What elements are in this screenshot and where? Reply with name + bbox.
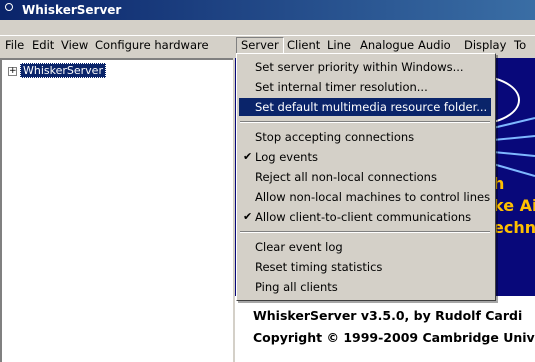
menu-item-label: Set internal timer resolution... <box>255 80 428 94</box>
menu-analogue[interactable]: Analogue <box>356 38 418 53</box>
menu-item-ping-all-clients[interactable]: Ping all clients <box>239 278 491 296</box>
menu-display[interactable]: Display <box>460 38 510 53</box>
menu-item-label: Log events <box>255 150 318 164</box>
menu-server[interactable]: Server <box>236 37 284 54</box>
version-text: WhiskerServer v3.5.0, by Rudolf Cardi <box>253 308 523 323</box>
splash-text-2: ke Ai <box>493 196 535 215</box>
menu-item-set-multimedia-folder[interactable]: Set default multimedia resource folder..… <box>239 98 491 116</box>
expand-icon[interactable]: + <box>8 67 17 76</box>
menu-separator <box>240 121 490 123</box>
tree-node-whiskerserver[interactable]: WhiskerServer <box>20 63 106 78</box>
menu-item-label: Ping all clients <box>255 280 338 294</box>
menu-view[interactable]: View <box>57 38 92 53</box>
menu-separator <box>240 231 490 233</box>
menu-item-set-server-priority[interactable]: Set server priority within Windows... <box>239 58 491 76</box>
menu-item-label: Stop accepting connections <box>255 130 415 144</box>
menu-client[interactable]: Client <box>283 38 324 53</box>
menu-file[interactable]: File <box>1 38 28 53</box>
menu-edit[interactable]: Edit <box>28 38 58 53</box>
menu-item-label: Set server priority within Windows... <box>255 60 464 74</box>
menu-item-log-events[interactable]: ✔ Log events <box>239 148 491 166</box>
tree-view[interactable]: + WhiskerServer <box>0 58 233 362</box>
menu-item-label: Allow client-to-client communications <box>255 210 472 224</box>
menu-item-reject-non-local[interactable]: Reject all non-local connections <box>239 168 491 186</box>
menu-item-reset-timing[interactable]: Reset timing statistics <box>239 258 491 276</box>
window-title: WhiskerServer <box>22 3 122 17</box>
check-icon: ✔ <box>243 210 253 223</box>
title-bar[interactable]: WhiskerServer <box>0 0 535 20</box>
server-menu: Set server priority within Windows... Se… <box>236 53 496 301</box>
menu-audio[interactable]: Audio <box>414 38 455 53</box>
menu-item-label: Reject all non-local connections <box>255 170 437 184</box>
menu-item-stop-accepting[interactable]: Stop accepting connections <box>239 128 491 146</box>
check-icon: ✔ <box>243 150 253 163</box>
copyright-text: Copyright © 1999-2009 Cambridge Univ <box>253 330 535 345</box>
menu-item-label: Allow non-local machines to control line… <box>255 190 491 204</box>
menu-item-set-timer-resolution[interactable]: Set internal timer resolution... <box>239 78 491 96</box>
menu-bar: File Edit View Configure hardware Server… <box>0 35 535 54</box>
menu-item-label: Reset timing statistics <box>255 260 383 274</box>
menu-item-allow-client-to-client[interactable]: ✔ Allow client-to-client communications <box>239 208 491 226</box>
app-icon <box>5 3 13 11</box>
splash-text-3: echni <box>493 218 535 237</box>
menu-item-label: Clear event log <box>255 240 343 254</box>
menu-item-clear-event-log[interactable]: Clear event log <box>239 238 491 256</box>
menu-line[interactable]: Line <box>323 38 355 53</box>
menu-tools[interactable]: To <box>510 38 530 53</box>
menu-configure-hardware[interactable]: Configure hardware <box>91 38 213 53</box>
menu-item-allow-non-local-control[interactable]: Allow non-local machines to control line… <box>239 188 491 206</box>
menu-item-label: Set default multimedia resource folder..… <box>255 100 488 114</box>
